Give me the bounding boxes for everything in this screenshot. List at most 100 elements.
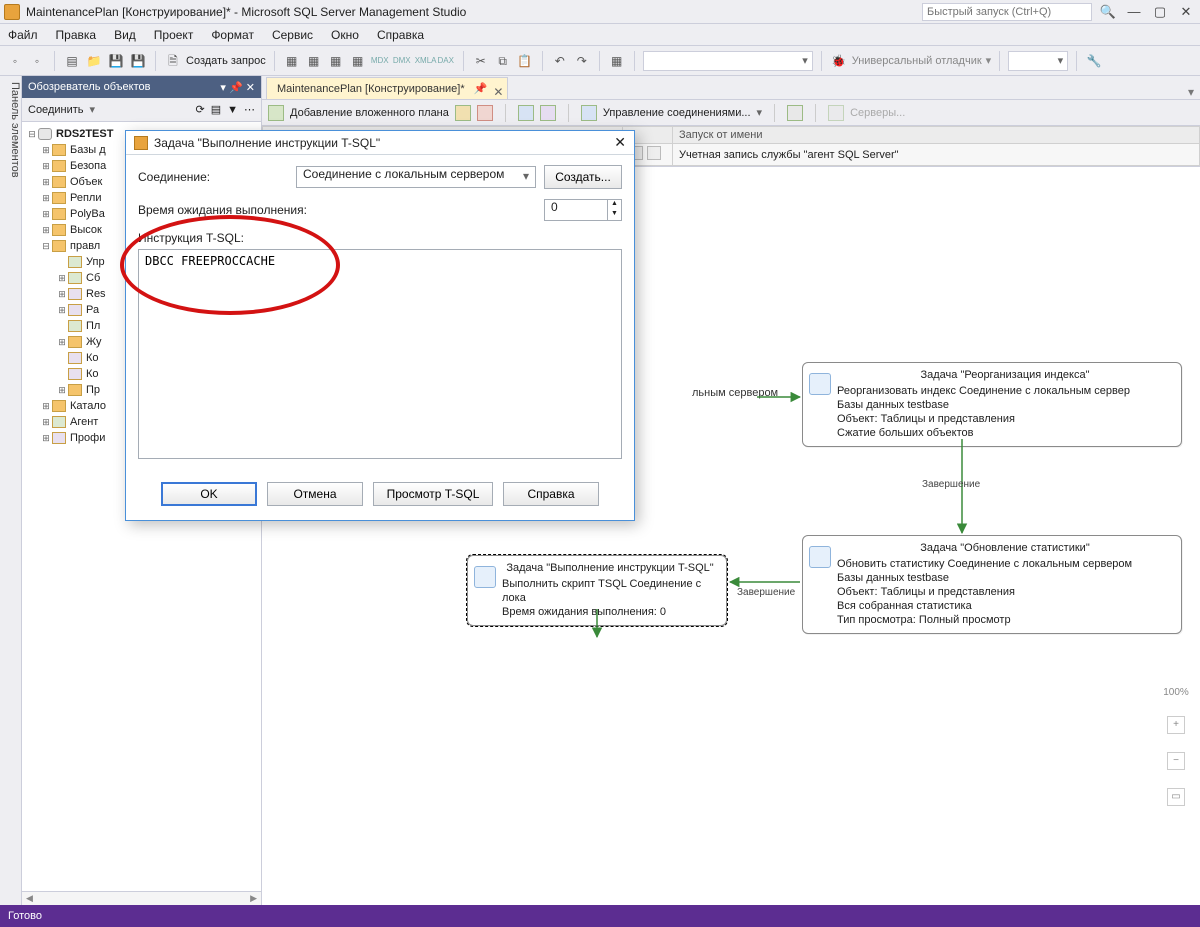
maximize-button[interactable]: ▢ bbox=[1150, 4, 1170, 20]
tree-root[interactable]: RDS2TEST bbox=[56, 128, 113, 140]
database-dropdown[interactable] bbox=[643, 51, 813, 71]
menu-project[interactable]: Проект bbox=[154, 28, 194, 42]
undo-icon[interactable]: ↶ bbox=[551, 52, 569, 70]
add-subplan-button[interactable]: Добавление вложенного плана bbox=[290, 107, 449, 119]
search-icon[interactable]: 🔍 bbox=[1098, 4, 1118, 20]
save-icon[interactable]: 💾 bbox=[107, 52, 125, 70]
panel-dropdown-icon[interactable]: ▾ bbox=[220, 81, 226, 94]
manage-connections-button[interactable]: Управление соединениями... bbox=[603, 107, 751, 119]
close-button[interactable]: ✕ bbox=[1176, 4, 1196, 20]
dialog-title-bar[interactable]: Задача "Выполнение инструкции T-SQL" ✕ bbox=[126, 131, 634, 155]
tree-item[interactable]: Пр bbox=[86, 384, 100, 396]
new-query-icon[interactable]: 🗎 bbox=[164, 52, 182, 70]
tree-item[interactable]: Жу bbox=[86, 336, 102, 348]
tree-item[interactable]: Пл bbox=[86, 320, 100, 332]
schedule-icon[interactable] bbox=[518, 105, 534, 121]
menu-window[interactable]: Окно bbox=[331, 28, 359, 42]
quick-search-input[interactable] bbox=[922, 3, 1092, 21]
connection-select[interactable]: Соединение с локальным сервером bbox=[296, 166, 536, 188]
tree-item[interactable]: Агент bbox=[70, 416, 98, 428]
tree-item[interactable]: Профи bbox=[70, 432, 105, 444]
config-dropdown[interactable] bbox=[1008, 51, 1068, 71]
dax-icon[interactable]: DAX bbox=[437, 52, 455, 70]
panel-close-icon[interactable]: ✕ bbox=[246, 81, 255, 94]
grid-icon[interactable]: ▦ bbox=[608, 52, 626, 70]
spin-up-icon[interactable]: ▲ bbox=[608, 200, 621, 210]
zoom-fit-button[interactable]: ▭ bbox=[1167, 788, 1185, 806]
tree-item[interactable]: PolyBa bbox=[70, 208, 105, 220]
db-icon[interactable]: ▦ bbox=[305, 52, 323, 70]
db-engine-icon[interactable]: ▦ bbox=[283, 52, 301, 70]
tree-item[interactable]: Упр bbox=[86, 256, 105, 268]
tree-item[interactable]: Репли bbox=[70, 192, 102, 204]
tree-item[interactable]: Объек bbox=[70, 176, 102, 188]
menu-view[interactable]: Вид bbox=[114, 28, 136, 42]
cell-runas[interactable]: Учетная запись службы "агент SQL Server" bbox=[673, 144, 1200, 166]
connect-button[interactable]: Соединить bbox=[28, 104, 84, 116]
redo-icon[interactable]: ↷ bbox=[573, 52, 591, 70]
help-button[interactable]: Справка bbox=[503, 482, 599, 506]
panel-pin-icon[interactable]: 📌 bbox=[229, 81, 243, 94]
oe-scrollbar[interactable]: ◀▶ bbox=[22, 891, 261, 905]
tree-item[interactable]: Ко bbox=[86, 368, 99, 380]
zoom-out-button[interactable]: − bbox=[1167, 752, 1185, 770]
new-query-button[interactable]: Создать запрос bbox=[186, 55, 266, 67]
mdx-icon[interactable]: MDX bbox=[371, 52, 389, 70]
calendar-remove-icon[interactable] bbox=[647, 146, 661, 160]
paste-icon[interactable]: 📋 bbox=[516, 52, 534, 70]
new-connection-button[interactable]: Создать... bbox=[544, 165, 622, 189]
tree-item[interactable]: Ра bbox=[86, 304, 99, 316]
save-all-icon[interactable]: 💾 bbox=[129, 52, 147, 70]
doc-tab-maintenanceplan[interactable]: MaintenancePlan [Конструирование]* 📌 ✕ bbox=[266, 77, 508, 99]
logging-icon[interactable] bbox=[787, 105, 803, 121]
spin-down-icon[interactable]: ▼ bbox=[608, 210, 621, 220]
connections-icon[interactable] bbox=[581, 105, 597, 121]
oe-icon-3[interactable]: ▼ bbox=[227, 104, 238, 116]
xmla-icon[interactable]: XMLA bbox=[415, 52, 433, 70]
dmx-icon[interactable]: DMX bbox=[393, 52, 411, 70]
tsql-textarea[interactable] bbox=[138, 249, 622, 459]
task-reorganize-index[interactable]: Задача "Реорганизация индекса" Реорганиз… bbox=[802, 362, 1182, 447]
forward-icon[interactable]: ◦ bbox=[28, 52, 46, 70]
zoom-in-button[interactable]: + bbox=[1167, 716, 1185, 734]
menu-tools[interactable]: Сервис bbox=[272, 28, 313, 42]
cut-icon[interactable]: ✂ bbox=[472, 52, 490, 70]
tree-item[interactable]: правл bbox=[70, 240, 100, 252]
task-update-statistics[interactable]: Задача "Обновление статистики" Обновить … bbox=[802, 535, 1182, 634]
open-icon[interactable]: 📁 bbox=[85, 52, 103, 70]
tree-item[interactable]: Высок bbox=[70, 224, 102, 236]
tree-item[interactable]: Базы д bbox=[70, 144, 106, 156]
tree-item[interactable]: Катало bbox=[70, 400, 106, 412]
subplan-props-icon[interactable] bbox=[455, 105, 471, 121]
tree-item[interactable]: Сб bbox=[86, 272, 100, 284]
ok-button[interactable]: OK bbox=[161, 482, 257, 506]
oe-icon-1[interactable]: ⟳ bbox=[195, 103, 204, 116]
tree-item[interactable]: Ко bbox=[86, 352, 99, 364]
timeout-input[interactable]: 0 ▲▼ bbox=[544, 199, 622, 221]
menu-file[interactable]: Файл bbox=[8, 28, 38, 42]
tree-item[interactable]: Res bbox=[86, 288, 106, 300]
menu-format[interactable]: Формат bbox=[211, 28, 254, 42]
toolbox-tab[interactable]: Панель элементов bbox=[0, 76, 22, 905]
db-icon2[interactable]: ▦ bbox=[327, 52, 345, 70]
subplan-delete-icon[interactable] bbox=[477, 105, 493, 121]
add-subplan-icon[interactable] bbox=[268, 105, 284, 121]
menu-help[interactable]: Справка bbox=[377, 28, 424, 42]
new-icon[interactable]: ▤ bbox=[63, 52, 81, 70]
view-tsql-button[interactable]: Просмотр T-SQL bbox=[373, 482, 493, 506]
cancel-button[interactable]: Отмена bbox=[267, 482, 363, 506]
task-execute-tsql[interactable]: Задача "Выполнение инструкции T-SQL" Вып… bbox=[467, 555, 727, 626]
menu-edit[interactable]: Правка bbox=[56, 28, 97, 42]
copy-icon[interactable]: ⧉ bbox=[494, 52, 512, 70]
tree-item[interactable]: Безопа bbox=[70, 160, 106, 172]
db-icon3[interactable]: ▦ bbox=[349, 52, 367, 70]
schedule-icon-2[interactable] bbox=[540, 105, 556, 121]
oe-icon-2[interactable]: ▤ bbox=[211, 103, 221, 116]
back-icon[interactable]: ◦ bbox=[6, 52, 24, 70]
tools-icon[interactable]: 🔧 bbox=[1085, 52, 1103, 70]
close-tab-icon[interactable]: ✕ bbox=[493, 81, 503, 103]
dialog-close-icon[interactable]: ✕ bbox=[614, 134, 626, 151]
tab-overflow-icon[interactable]: ▾ bbox=[1182, 85, 1200, 99]
minimize-button[interactable]: — bbox=[1124, 4, 1144, 19]
oe-icon-4[interactable]: ⋯ bbox=[244, 103, 255, 116]
